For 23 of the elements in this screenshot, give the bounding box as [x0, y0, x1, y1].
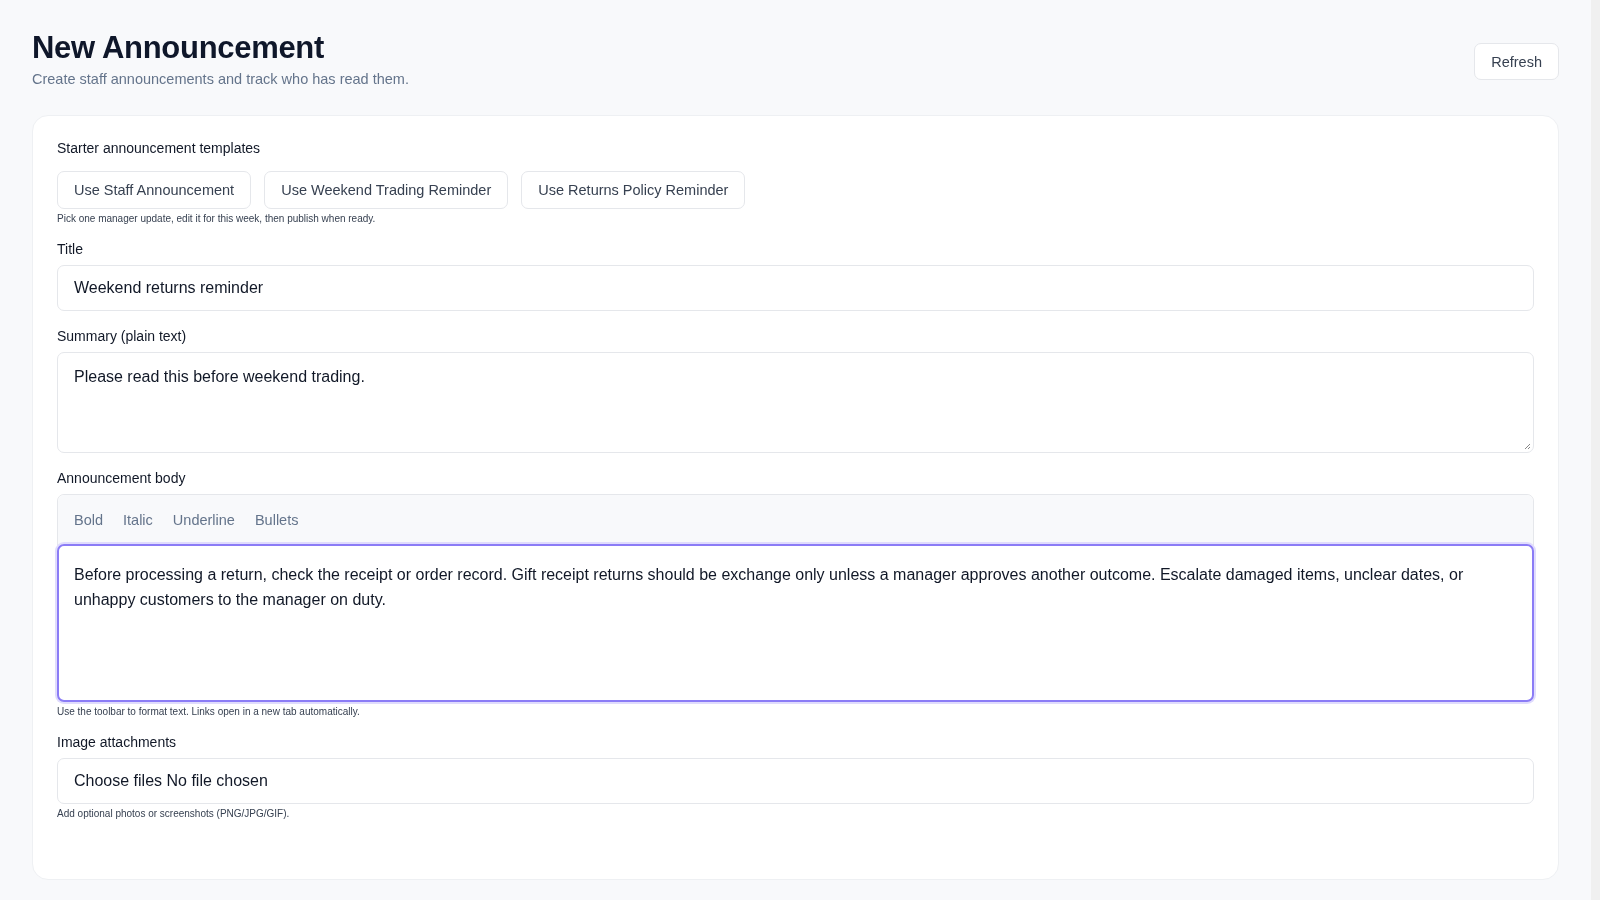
refresh-button[interactable]: Refresh: [1474, 43, 1559, 80]
summary-textarea[interactable]: Please read this before weekend trading.: [57, 352, 1534, 453]
field-label: Image attachments: [57, 734, 178, 750]
body-editor[interactable]: Before processing a return, check the receipt or order record. Gift receipt returns should be exchange only unless a manager approves another outcome. Escalate damaged items, unclear dates, or unhappy customers to the manager on duty.: [57, 544, 1534, 702]
template-button[interactable]: Use Weekend Trading Reminder: [264, 171, 509, 209]
template-button[interactable]: Use Staff Announcement: [57, 171, 252, 209]
help-text: Use the toolbar to format text. Links open in a new tab automatically.: [57, 706, 361, 717]
help-text: Pick one manager update, edit it for this week, then publish when ready.: [57, 213, 377, 224]
page-subtitle: Create staff announcements and track who has read them.: [32, 71, 409, 87]
format-button[interactable]: Bullets: [254, 512, 299, 528]
file-input[interactable]: Choose files No file chosen: [57, 758, 1534, 804]
field-label: Starter announcement templates: [57, 140, 262, 156]
field-label: Announcement body: [57, 470, 187, 486]
resize-grip-icon[interactable]: [1524, 443, 1531, 450]
page-title: New Announcement: [32, 30, 326, 66]
format-button[interactable]: Italic: [123, 512, 153, 528]
format-button[interactable]: Underline: [172, 512, 235, 528]
title-input[interactable]: Weekend returns reminder: [57, 265, 1534, 311]
field-label: Summary (plain text): [57, 328, 188, 344]
help-text: Add optional photos or screenshots (PNG/JPG/GIF).: [57, 808, 291, 819]
template-button[interactable]: Use Returns Policy Reminder: [521, 171, 746, 209]
field-label: Title: [57, 241, 84, 257]
format-button[interactable]: Bold: [74, 512, 104, 528]
